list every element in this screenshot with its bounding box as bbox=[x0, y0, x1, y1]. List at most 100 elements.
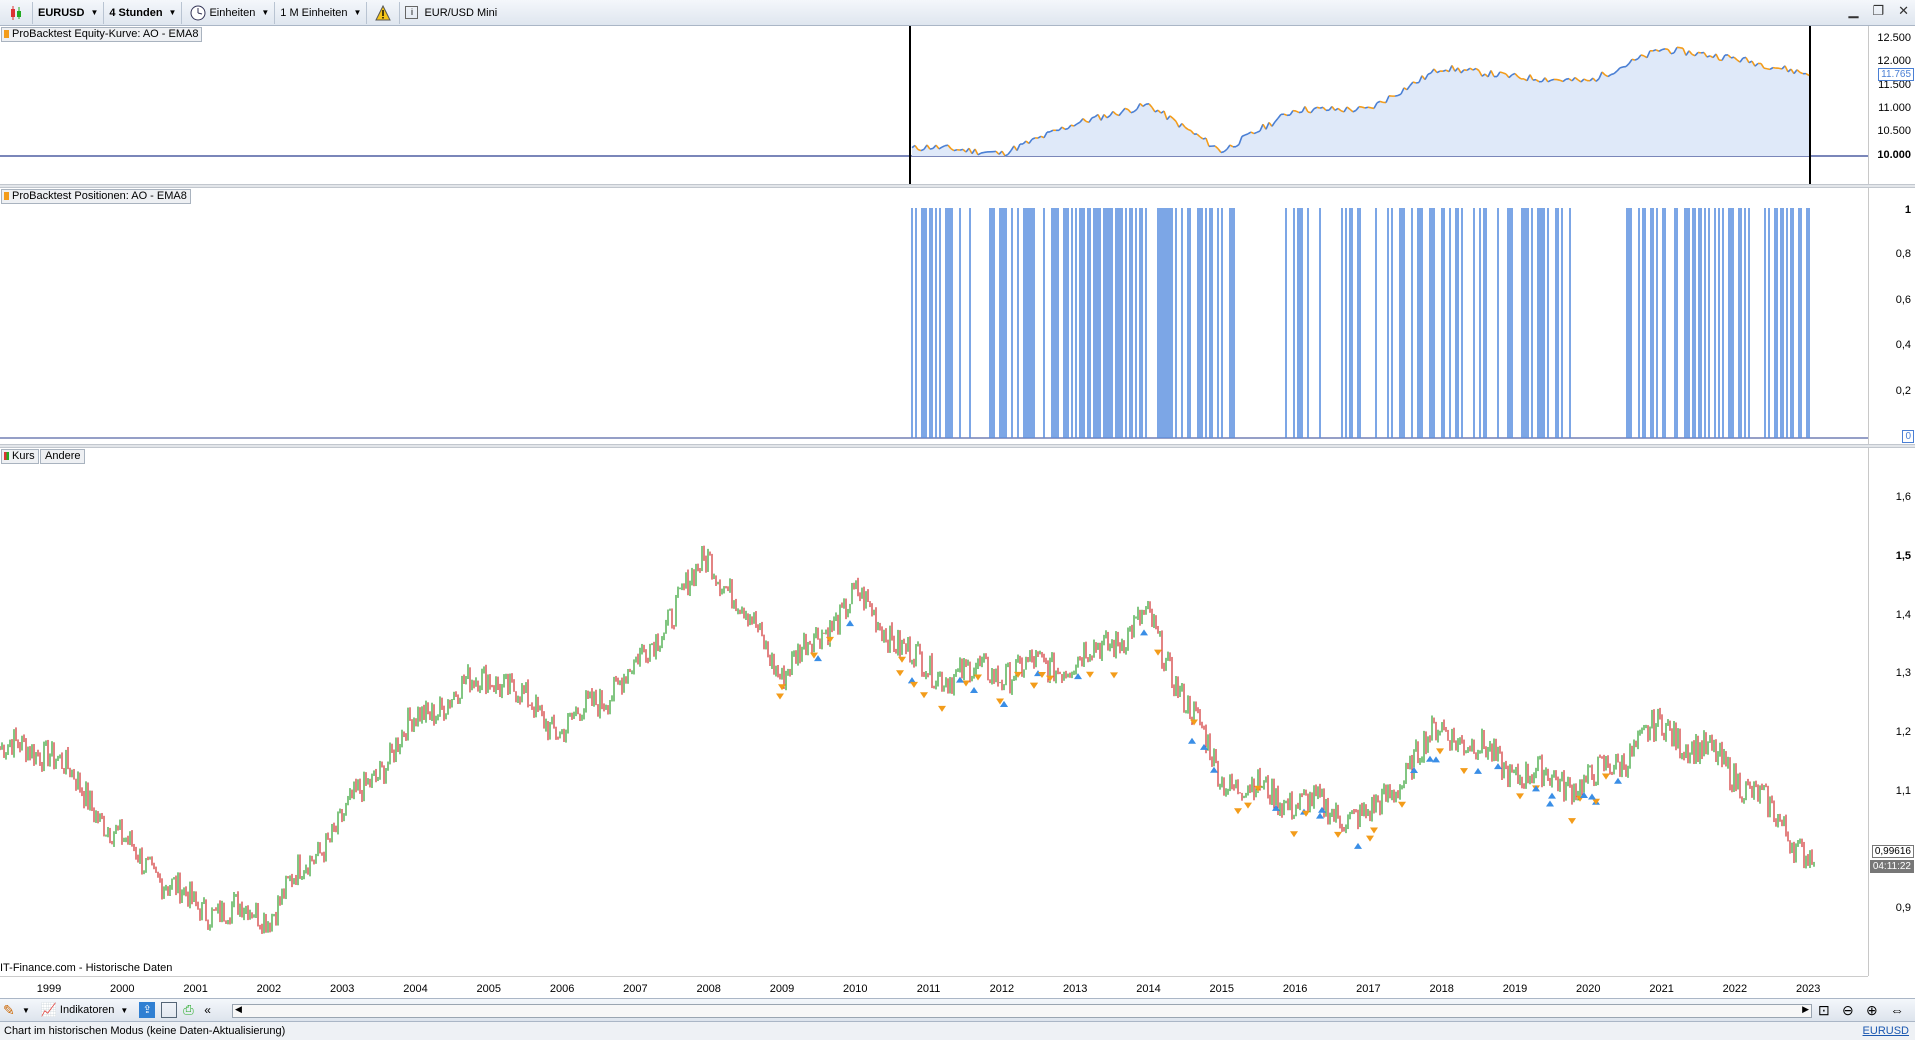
equity-segment bbox=[1130, 110, 1135, 114]
bottom-toolbar: ✎ ▼ 📈 Indikatoren ▼ ⇪ ⎙ « ◀ ▶ ⊡ ⊖ ⊕ ⇔ bbox=[0, 998, 1915, 1022]
equity-segment bbox=[1610, 72, 1615, 76]
collapse-left-icon[interactable]: « bbox=[204, 1003, 211, 1017]
indicators-button[interactable]: Indikatoren bbox=[60, 1004, 114, 1016]
positions-tick: 0,8 bbox=[1895, 248, 1911, 260]
equity-segment bbox=[1367, 106, 1372, 109]
trade-marker bbox=[898, 656, 906, 663]
trade-marker bbox=[1354, 842, 1362, 849]
x-axis-year-label: 2005 bbox=[476, 983, 502, 995]
x-axis-year-label: 2012 bbox=[989, 983, 1015, 995]
units-selector[interactable]: Einheiten ▼ bbox=[182, 1, 276, 24]
x-axis-year-label: 2004 bbox=[403, 983, 428, 995]
price-panel-label[interactable]: Kurs bbox=[1, 449, 39, 464]
layout-icon[interactable] bbox=[161, 1002, 178, 1018]
zoom-out-icon[interactable]: ⊖ bbox=[1842, 1002, 1854, 1019]
trade-marker bbox=[1210, 766, 1218, 773]
x-axis-year-label: 2008 bbox=[696, 983, 721, 995]
units-count-selector[interactable]: 1 M Einheiten ▼ bbox=[275, 1, 368, 24]
chevron-down-icon[interactable]: ▼ bbox=[22, 1006, 30, 1015]
x-axis-year-label: 2016 bbox=[1282, 983, 1308, 995]
equity-segment bbox=[1706, 55, 1711, 58]
warning-icon bbox=[375, 4, 392, 20]
equity-panel-label[interactable]: ProBacktest Equity-Kurve: AO - EMA8 bbox=[1, 27, 203, 42]
trade-marker bbox=[1432, 756, 1440, 763]
zoom-in-icon[interactable]: ⊕ bbox=[1866, 1002, 1878, 1019]
chart-type-button[interactable] bbox=[0, 1, 33, 24]
trade-marker bbox=[1460, 768, 1468, 775]
equity-segment bbox=[1499, 71, 1504, 74]
price-tick: 0,9 bbox=[1895, 902, 1911, 914]
status-bar: Chart im historischen Modus (keine Daten… bbox=[0, 1022, 1915, 1040]
equity-segment bbox=[917, 148, 922, 152]
price-axis: 1,6 1,5 1,4 1,3 1,2 1,1 0,9 0,99616 04:1… bbox=[1868, 448, 1915, 976]
equity-tick: 10.500 bbox=[1877, 125, 1911, 137]
warning-button[interactable] bbox=[367, 1, 401, 24]
trade-marker bbox=[1588, 793, 1596, 800]
trade-marker bbox=[1516, 793, 1524, 800]
equity-segment bbox=[1070, 124, 1075, 127]
trade-marker bbox=[776, 693, 784, 700]
trade-marker bbox=[1154, 649, 1162, 656]
chevron-down-icon: ▼ bbox=[261, 8, 270, 17]
scroll-left-icon[interactable]: ◀ bbox=[235, 1004, 242, 1015]
equity-segment bbox=[1319, 106, 1324, 109]
equity-segment bbox=[1679, 46, 1684, 50]
instrument-info[interactable]: i EUR/USD Mini bbox=[400, 2, 502, 24]
minimize-icon[interactable]: ▁ bbox=[1848, 3, 1858, 19]
trade-marker bbox=[1398, 801, 1406, 808]
x-axis-year-label: 2002 bbox=[256, 983, 282, 995]
scroll-right-icon[interactable]: ▶ bbox=[1802, 1004, 1809, 1015]
restore-icon[interactable]: ❐ bbox=[1872, 3, 1884, 19]
equity-tick: 11.000 bbox=[1878, 102, 1911, 114]
export-icon[interactable]: ⎙ bbox=[183, 1002, 199, 1018]
equity-segment bbox=[1502, 72, 1507, 75]
trade-marker bbox=[1602, 773, 1610, 780]
x-axis-year-label: 2007 bbox=[623, 983, 648, 995]
price-panel: Kurs Andere IT-Finance.com - Historische… bbox=[0, 448, 1868, 976]
trade-marker bbox=[1494, 763, 1502, 770]
trade-marker bbox=[962, 680, 970, 687]
symbol-link[interactable]: EURUSD bbox=[1863, 1022, 1909, 1040]
equity-segment bbox=[1427, 72, 1432, 75]
chevron-down-icon[interactable]: ▼ bbox=[120, 1006, 128, 1015]
chevron-down-icon: ▼ bbox=[168, 8, 177, 17]
trade-marker bbox=[1474, 767, 1482, 774]
trade-marker bbox=[970, 686, 978, 693]
close-icon[interactable]: ✕ bbox=[1898, 3, 1909, 19]
equity-segment bbox=[1415, 81, 1420, 84]
positions-tick: 0,6 bbox=[1895, 294, 1911, 306]
trade-marker bbox=[1370, 827, 1378, 834]
positions-panel-label[interactable]: ProBacktest Positionen: AO - EMA8 bbox=[1, 189, 191, 204]
x-axis-year-label: 2006 bbox=[549, 983, 575, 995]
equity-axis: 12.500 12.000 11.500 11.000 10.500 10.00… bbox=[1868, 26, 1915, 184]
symbol-selector[interactable]: EURUSD ▼ bbox=[33, 1, 105, 24]
time-scrollbar[interactable]: ◀ ▶ bbox=[232, 1004, 1812, 1018]
zoom-extend-icon[interactable]: ⇔ bbox=[1890, 1002, 1904, 1018]
share-icon[interactable]: ⇪ bbox=[139, 1002, 156, 1018]
info-icon: i bbox=[405, 6, 419, 19]
zoom-fit-icon[interactable]: ⊡ bbox=[1818, 1002, 1830, 1019]
trade-marker bbox=[1188, 737, 1196, 744]
price-chart bbox=[0, 545, 1815, 934]
equity-segment bbox=[1361, 106, 1366, 109]
timeframe-selector[interactable]: 4 Stunden ▼ bbox=[104, 1, 183, 24]
x-axis-year-label: 2001 bbox=[183, 983, 208, 995]
x-axis-year-label: 2023 bbox=[1795, 983, 1821, 995]
other-indicators-tab[interactable]: Andere bbox=[40, 449, 86, 464]
pencil-icon[interactable]: ✎ bbox=[3, 1002, 19, 1018]
trade-marker bbox=[1334, 831, 1342, 838]
equity-segment bbox=[953, 148, 958, 152]
positions-tick: 1 bbox=[1904, 204, 1911, 216]
x-axis-year-label: 2014 bbox=[1136, 983, 1161, 995]
equity-segment bbox=[1550, 78, 1555, 81]
x-axis-year-label: 2022 bbox=[1722, 983, 1748, 995]
x-axis-year-label: 1999 bbox=[36, 983, 62, 995]
time-axis: 1999 2000 2001 2002 2003 2004 2005 2006 2007 2008… bbox=[0, 976, 1868, 999]
equity-segment bbox=[1064, 127, 1069, 131]
trade-marker bbox=[1234, 808, 1242, 815]
trade-marker bbox=[1548, 792, 1556, 799]
clock-icon bbox=[190, 5, 206, 20]
price-tick: 1,6 bbox=[1895, 491, 1911, 503]
trade-marker bbox=[1614, 777, 1622, 784]
trade-marker bbox=[1410, 766, 1418, 773]
